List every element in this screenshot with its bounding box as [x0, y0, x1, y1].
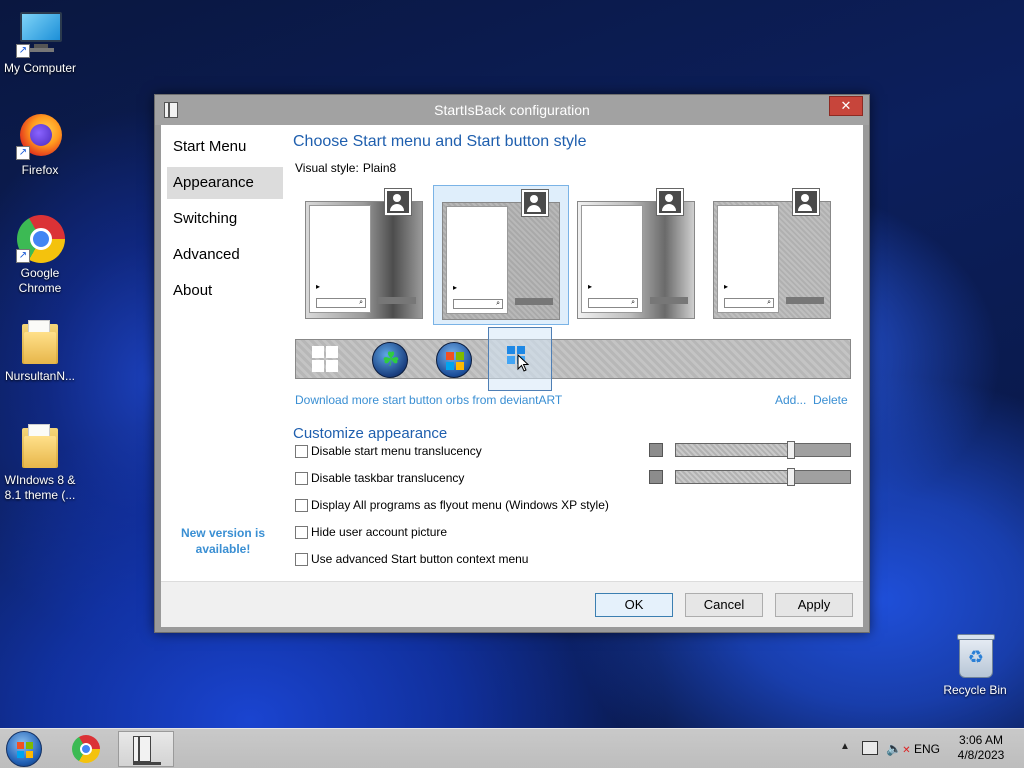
slider-track-rest — [791, 444, 850, 456]
desktop-icon-label: Recycle Bin — [943, 683, 1007, 697]
delete-orb-link[interactable]: Delete — [813, 393, 848, 407]
dialog-button-bar: OK Cancel Apply — [161, 581, 863, 627]
shortcut-arrow-icon: ↗ — [16, 249, 30, 263]
taskbar: ▲ 🔈✕ ENG 3:06 AM 4/8/2023 — [0, 728, 1024, 768]
show-hidden-icons-icon[interactable]: ▲ — [840, 741, 850, 752]
option-label: Use advanced Start button context menu — [311, 552, 529, 566]
option-label: Disable start menu translucency — [311, 444, 482, 458]
option-label: Hide user account picture — [311, 525, 448, 539]
taskbar-app-chrome[interactable] — [58, 731, 114, 767]
desktop-icon-google-chrome[interactable]: ↗ Google Chrome — [0, 215, 80, 296]
start-orb-strip: ☘ — [295, 327, 851, 391]
language-indicator[interactable]: ENG — [914, 742, 940, 756]
windows-8-orb-icon[interactable] — [312, 346, 338, 372]
start-menu-opacity-slider[interactable] — [675, 441, 851, 459]
taskbar-opacity-slider[interactable] — [675, 468, 851, 486]
firefox-icon: ↗ — [16, 112, 64, 160]
style-heading: Choose Start menu and Start button style — [293, 133, 587, 150]
taskbar-app-startisback[interactable] — [118, 731, 174, 767]
window-title: StartIsBack configuration — [434, 102, 590, 118]
user-picture-icon — [656, 188, 684, 216]
new-version-link[interactable]: New version is available! — [161, 525, 285, 557]
clock-time: 3:06 AM — [958, 733, 1004, 747]
checkbox[interactable] — [295, 553, 308, 566]
ok-button[interactable]: OK — [595, 593, 673, 617]
checkbox[interactable] — [295, 526, 308, 539]
nav-item-about[interactable]: About — [167, 275, 283, 307]
close-button[interactable]: ✕ — [829, 96, 863, 116]
slider-fill — [676, 471, 791, 483]
style-thumbnail-1[interactable]: ▸ ⌕ — [297, 185, 433, 325]
visual-style-value: Plain8 — [362, 161, 397, 175]
nav-item-appearance[interactable]: Appearance — [167, 167, 283, 199]
volume-muted-icon[interactable]: 🔈✕ — [886, 741, 911, 757]
folder-icon — [16, 318, 64, 366]
start-menu-color-swatch[interactable] — [649, 443, 663, 457]
taskbar-clock[interactable]: 3:06 AM 4/8/2023 — [950, 733, 1012, 763]
user-picture-icon — [792, 188, 820, 216]
desktop-icon-label: NursultanN... — [4, 369, 76, 383]
folder-icon — [16, 422, 64, 470]
option-label: Display All programs as flyout menu (Win… — [311, 498, 609, 512]
checkbox[interactable] — [295, 499, 308, 512]
cancel-button[interactable]: Cancel — [685, 593, 763, 617]
user-picture-icon — [384, 188, 412, 216]
style-thumbnail-2[interactable]: ▸ ⌕ — [433, 185, 569, 325]
sidebar-nav: Start Menu Appearance Switching Advanced… — [161, 125, 285, 581]
customize-heading: Customize appearance — [293, 425, 448, 442]
style-thumbnail-3[interactable]: ▸ ⌕ — [569, 185, 705, 325]
desktop-icon-label: WIndows 8 & 8.1 theme (... — [4, 473, 76, 502]
slider-fill — [676, 444, 791, 456]
desktop-icon-label: Firefox — [21, 163, 59, 177]
network-icon[interactable] — [862, 741, 878, 755]
apply-button[interactable]: Apply — [775, 593, 853, 617]
slider-thumb[interactable] — [787, 468, 795, 486]
desktop-icon-firefox[interactable]: ↗ Firefox — [0, 112, 80, 178]
appearance-panel: Choose Start menu and Start button style… — [293, 125, 863, 581]
desktop-icon-recycle-bin[interactable]: ♻ Recycle Bin — [935, 632, 1015, 698]
windows-logo-icon — [17, 742, 33, 758]
clock-date: 4/8/2023 — [957, 748, 1005, 762]
nav-item-start-menu[interactable]: Start Menu — [167, 131, 283, 163]
startisback-icon — [133, 736, 151, 762]
add-orb-link[interactable]: Add... — [775, 393, 806, 407]
start-button[interactable] — [6, 731, 42, 767]
desktop-icon-folder-theme[interactable]: WIndows 8 & 8.1 theme (... — [0, 422, 80, 503]
slider-track-rest — [791, 471, 850, 483]
recycle-bin-icon: ♻ — [951, 632, 999, 680]
nav-item-switching[interactable]: Switching — [167, 203, 283, 235]
option-label: Disable taskbar translucency — [311, 471, 465, 485]
visual-style-row: Visual style: Plain8 — [295, 161, 396, 175]
clover-orb-icon[interactable]: ☘ — [372, 342, 408, 378]
checkbox[interactable] — [295, 445, 308, 458]
shortcut-arrow-icon: ↗ — [16, 146, 30, 160]
slider-thumb[interactable] — [787, 441, 795, 459]
desktop-icon-label: Google Chrome — [18, 266, 62, 295]
desktop-icon-my-computer[interactable]: ↗ My Computer — [0, 10, 80, 76]
desktop-icon-label: My Computer — [3, 61, 77, 75]
windows-7-orb-icon[interactable] — [436, 342, 472, 378]
style-thumbnail-4[interactable]: ▸ ⌕ — [705, 185, 841, 325]
visual-style-label: Visual style: — [295, 161, 359, 175]
taskbar-color-swatch[interactable] — [649, 470, 663, 484]
nav-item-advanced[interactable]: Advanced — [167, 239, 283, 271]
shortcut-arrow-icon: ↗ — [16, 44, 30, 58]
chrome-icon: ↗ — [16, 215, 65, 263]
user-picture-icon — [521, 189, 549, 217]
mouse-cursor-icon — [517, 354, 529, 372]
checkbox[interactable] — [295, 472, 308, 485]
desktop-icon-folder-nursultan[interactable]: NursultanN... — [0, 318, 80, 384]
computer-icon: ↗ — [16, 10, 64, 58]
startisback-config-window: StartIsBack configuration ✕ Start Menu A… — [154, 94, 870, 633]
title-bar[interactable]: StartIsBack configuration ✕ — [155, 95, 869, 125]
download-orbs-link[interactable]: Download more start button orbs from dev… — [295, 393, 562, 407]
window-client-area: Start Menu Appearance Switching Advanced… — [161, 125, 863, 581]
windows-11-orb-selected[interactable] — [488, 327, 552, 391]
